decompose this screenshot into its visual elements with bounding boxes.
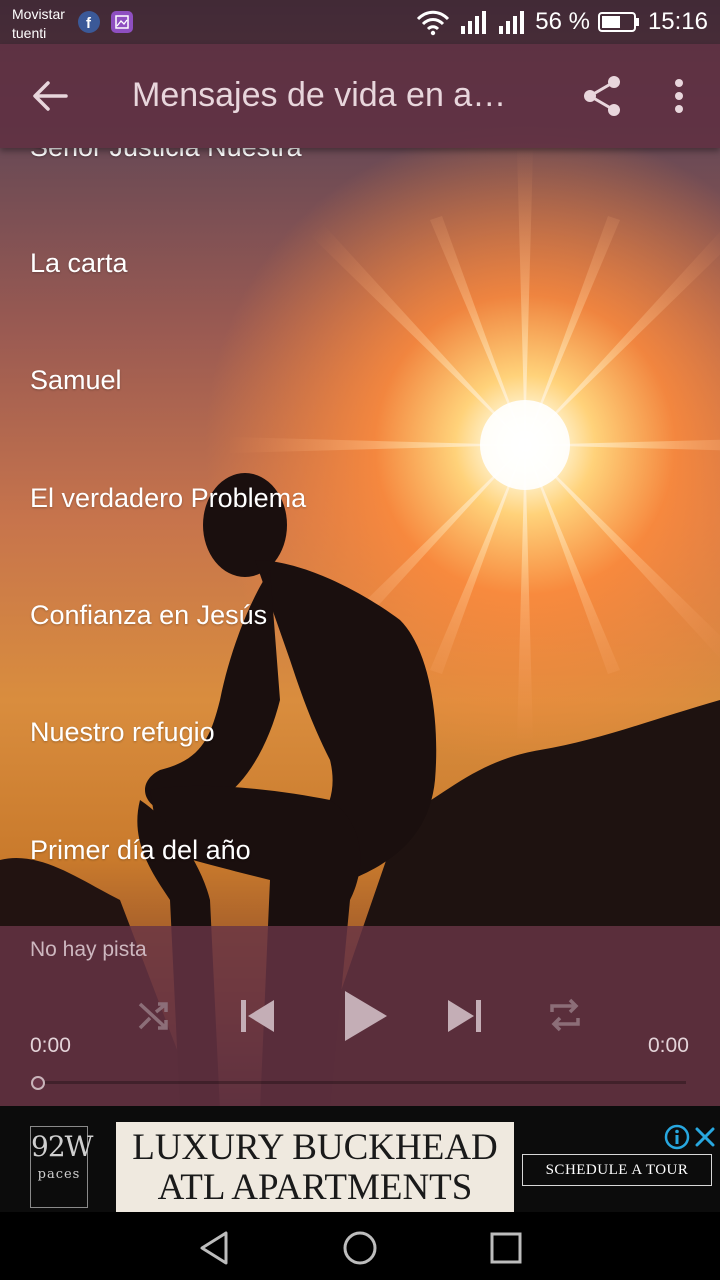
ad-info-icon[interactable] <box>664 1124 690 1150</box>
wifi-icon <box>417 10 450 36</box>
repeat-icon[interactable] <box>546 996 584 1034</box>
clock: 15:16 <box>647 8 708 35</box>
carrier-line-1: Movistar <box>12 6 65 22</box>
battery-icon <box>597 12 639 32</box>
track-item[interactable]: La carta <box>30 248 128 279</box>
track-item[interactable]: Confianza en Jesús <box>30 600 267 631</box>
seek-thumb[interactable] <box>31 1076 45 1090</box>
share-icon[interactable] <box>580 74 624 118</box>
signal-icon-2 <box>499 11 525 34</box>
shuffle-icon[interactable] <box>136 998 172 1034</box>
navigation-bar <box>0 1212 720 1280</box>
carrier-name: Movistar tuenti <box>12 5 65 43</box>
nav-home-icon[interactable] <box>340 1228 380 1268</box>
total-time: 0:00 <box>648 1034 689 1057</box>
play-icon[interactable] <box>340 988 390 1044</box>
page-title: Mensajes de vida en a… <box>132 76 507 114</box>
track-item[interactable]: Nuestro refugio <box>30 717 215 748</box>
next-track-icon[interactable] <box>444 996 484 1036</box>
status-right: 56 % 15:16 <box>415 6 708 38</box>
ad-headline[interactable]: LUXURY BUCKHEAD ATL APARTMENTS <box>116 1122 514 1212</box>
more-vertical-icon[interactable] <box>664 76 694 116</box>
carrier-line-2: tuenti <box>12 25 47 41</box>
now-playing-label: No hay pista <box>30 938 147 961</box>
arrow-left-icon[interactable] <box>30 78 70 114</box>
advertiser-logo: 92W paces <box>30 1126 93 1208</box>
current-time: 0:00 <box>30 1034 71 1057</box>
nav-recents-icon[interactable] <box>486 1228 526 1268</box>
media-player: No hay pista 0:00 0:00 <box>0 926 720 1106</box>
seek-bar[interactable] <box>38 1081 686 1084</box>
ad-headline-line-1: LUXURY BUCKHEAD <box>132 1127 498 1168</box>
status-bar: Movistar tuenti f 56 % 15:16 <box>0 0 720 44</box>
advertiser-logo-line-1: 92W <box>31 1130 93 1163</box>
nav-back-icon[interactable] <box>196 1228 236 1268</box>
track-item[interactable]: Samuel <box>30 365 122 396</box>
ad-cta-button[interactable]: SCHEDULE A TOUR <box>522 1154 712 1186</box>
track-item[interactable]: Primer día del año <box>30 835 251 866</box>
gallery-icon <box>111 11 133 33</box>
signal-icon <box>461 11 487 34</box>
battery-percent: 56 % <box>535 8 590 35</box>
track-list: Señor Justicia Nuestra La carta Samuel E… <box>0 148 720 926</box>
advertiser-logo-line-2: paces <box>37 1167 81 1182</box>
app-bar: Mensajes de vida en a… <box>0 44 720 148</box>
track-item[interactable]: El verdadero Problema <box>30 483 306 514</box>
ad-close-icon[interactable] <box>692 1124 718 1150</box>
svg-text:f: f <box>86 15 92 32</box>
ad-banner[interactable]: 92W paces LUXURY BUCKHEAD ATL APARTMENTS… <box>0 1106 720 1212</box>
facebook-icon: f <box>78 11 100 33</box>
previous-track-icon[interactable] <box>238 996 278 1036</box>
ad-headline-line-2: ATL APARTMENTS <box>157 1167 473 1208</box>
track-item[interactable]: Señor Justicia Nuestra <box>30 148 302 163</box>
